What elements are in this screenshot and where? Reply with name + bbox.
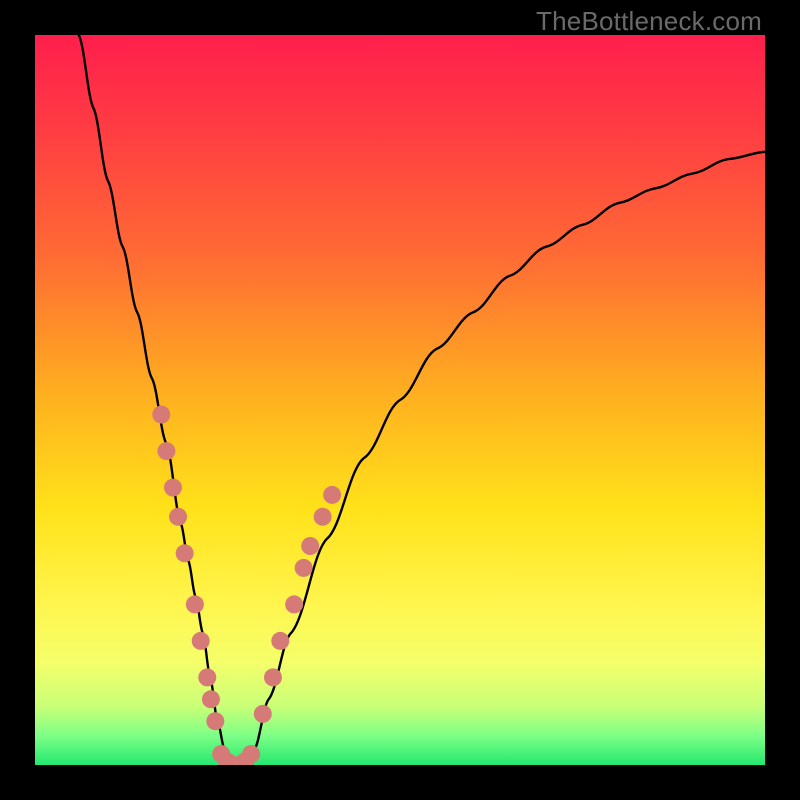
marker-dot <box>295 559 313 577</box>
marker-dot <box>242 745 260 763</box>
marker-dot <box>264 668 282 686</box>
marker-dot <box>192 632 210 650</box>
watermark-text: TheBottleneck.com <box>536 6 762 37</box>
marker-dot <box>157 442 175 460</box>
marker-dot <box>323 486 341 504</box>
marker-dot <box>164 479 182 497</box>
plot-area <box>35 35 765 765</box>
chart-stage: TheBottleneck.com <box>0 0 800 800</box>
marker-dot <box>152 406 170 424</box>
marker-dot <box>271 632 289 650</box>
marker-dot <box>198 668 216 686</box>
marker-dot <box>314 508 332 526</box>
marker-dot <box>186 595 204 613</box>
marker-dot <box>254 705 272 723</box>
marker-dot <box>301 537 319 555</box>
marker-dot <box>285 595 303 613</box>
bottleneck-curve <box>35 35 765 765</box>
marker-dot <box>169 508 187 526</box>
marker-dot <box>176 544 194 562</box>
marker-dot <box>202 690 220 708</box>
marker-dot <box>206 712 224 730</box>
